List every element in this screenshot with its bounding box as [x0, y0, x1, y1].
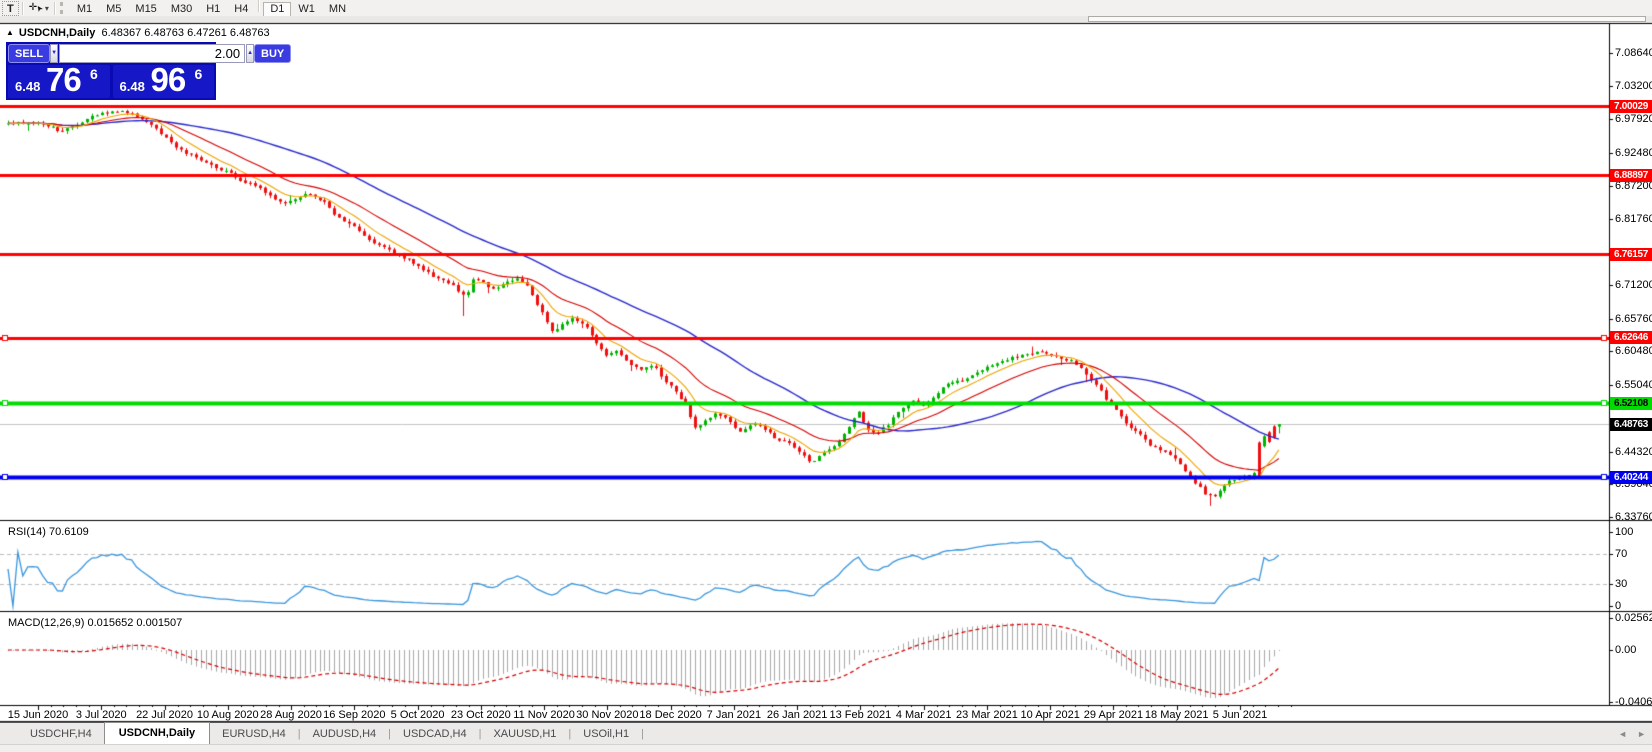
macd-axis-tick: 0.00	[1615, 644, 1637, 656]
price-axis-tick: 6.71200	[1615, 278, 1652, 291]
chart-title-symbol: USDCNH,Daily	[18, 27, 96, 39]
symbol-tab-audusd[interactable]: AUDUSD,H4	[301, 725, 389, 744]
symbol-tab-usdcad[interactable]: USDCAD,H4	[391, 725, 479, 744]
sell-price-big: 76	[46, 61, 82, 98]
price-axis-tick: 7.03200	[1615, 80, 1652, 93]
price-line-tag[interactable]: 6.52108	[1610, 396, 1652, 410]
current-price-tag: 6.48763	[1610, 417, 1652, 431]
price-axis-tick: 6.92480	[1615, 146, 1652, 159]
rsi-axis-tick: 100	[1615, 526, 1634, 538]
sell-price-small: 6.48	[15, 79, 41, 94]
price-axis-tick: 6.33760	[1615, 511, 1652, 524]
macd-axis-tick: 0.025623	[1615, 611, 1652, 624]
tab-scroll-left-icon[interactable]: ◄	[1618, 729, 1627, 739]
price-axis-tick: 6.65760	[1615, 312, 1652, 325]
buy-price-big: 96	[150, 61, 187, 98]
macd-axis-tick: -0.040687	[1615, 695, 1652, 708]
chart-title-ohlc: 6.48367 6.48763 6.47261 6.48763	[101, 27, 270, 39]
rsi-label: RSI(14) 70.6109	[8, 526, 89, 538]
tab-scroll-right-icon[interactable]: ►	[1637, 729, 1646, 739]
status-bar	[0, 744, 1652, 752]
price-axis-tick: 6.44320	[1615, 445, 1652, 458]
rsi-axis-tick: 70	[1615, 548, 1628, 561]
chart-tab-bar: USDCHF,H4 USDCNH,Daily EURUSD,H4 | AUDUSD,H4…	[0, 722, 1652, 744]
buy-price-sup: 6	[194, 66, 203, 82]
tab-divider: |	[641, 728, 644, 740]
volume-up-button[interactable]: ▲	[246, 44, 255, 63]
sell-button[interactable]: SELL	[8, 44, 51, 63]
price-line-tag[interactable]: 6.40244	[1610, 470, 1652, 484]
symbol-tab-usoil[interactable]: USOil,H1	[571, 725, 641, 744]
chart-title: ▲ USDCNH,Daily 6.48367 6.48763 6.47261 6.…	[6, 27, 270, 39]
rsi-axis-tick: 30	[1615, 577, 1628, 590]
price-line-tag[interactable]: 6.88897	[1610, 168, 1652, 182]
buy-button[interactable]: BUY	[254, 44, 292, 63]
chart-canvas[interactable]	[0, 0, 1652, 752]
price-axis-tick: 6.81760	[1615, 213, 1652, 226]
symbol-tab-xauusd[interactable]: XAUUSD,H1	[481, 725, 568, 744]
price-axis-tick: 6.55040	[1615, 379, 1652, 392]
buy-price-display[interactable]: 6.48 96 6	[112, 61, 214, 98]
one-click-collapse-icon[interactable]: ▲	[6, 28, 14, 37]
symbol-tab-usdcnh[interactable]: USDCNH,Daily	[103, 722, 211, 744]
date-axis-tick: 5 Jun 2021	[1212, 709, 1268, 721]
price-axis-tick: 7.08640	[1615, 46, 1652, 59]
macd-label: MACD(12,26,9) 0.015652 0.001507	[8, 617, 183, 629]
buy-price-small: 6.48	[119, 79, 145, 94]
one-click-trading-panel: SELL ▼ ▲ BUY 6.48 76 6 6.48 96 6	[6, 42, 292, 100]
rsi-axis-tick: 0	[1615, 600, 1622, 612]
sell-price-sup: 6	[90, 66, 98, 82]
symbol-tab-usdchf[interactable]: USDCHF,H4	[18, 725, 104, 744]
sell-price-display[interactable]: 6.48 76 6	[8, 61, 110, 98]
price-axis-tick: 6.60480	[1615, 345, 1652, 358]
price-line-tag[interactable]: 7.00029	[1610, 99, 1652, 113]
symbol-tab-eurusd[interactable]: EURUSD,H4	[210, 725, 298, 744]
price-axis-tick: 6.97920	[1615, 113, 1652, 126]
mt4-window: T ✛ ➤ ▾ M1M5M15M30H1H4D1W1MN ▲USDCNH,Dai…	[0, 0, 1652, 752]
price-line-tag[interactable]: 6.62646	[1610, 331, 1652, 345]
price-line-tag[interactable]: 6.76157	[1610, 247, 1652, 261]
